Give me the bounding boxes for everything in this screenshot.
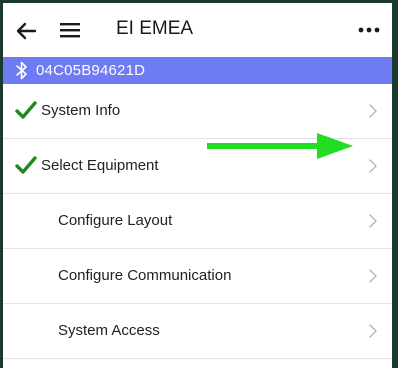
- list-item-label: Select Equipment: [41, 157, 159, 174]
- list-item-label: Configure Communication: [58, 267, 232, 284]
- chevron-right-icon: [368, 103, 378, 119]
- device-bar: 04C05B94621D: [3, 57, 392, 84]
- more-dots-icon[interactable]: [356, 19, 382, 41]
- device-id: 04C05B94621D: [36, 62, 146, 79]
- chevron-right-icon: [368, 323, 378, 339]
- checkmark-icon: [15, 100, 37, 120]
- list-item-label: System Access: [58, 322, 160, 339]
- chevron-right-icon: [368, 158, 378, 174]
- list-item-system-info[interactable]: System Info: [3, 84, 392, 139]
- chevron-right-icon: [368, 268, 378, 284]
- device-frame: EI EMEA 04C05B94621D System Info Select …: [0, 0, 398, 368]
- annotation-arrow: [207, 132, 355, 160]
- list-item-label: Configure Layout: [58, 212, 173, 229]
- checkmark-icon: [15, 155, 37, 175]
- chevron-right-icon: [368, 213, 378, 229]
- list-item-configure-layout[interactable]: Configure Layout: [3, 194, 392, 249]
- setup-steps-list: System Info Select Equipment Configure L…: [3, 84, 392, 359]
- list-item-configure-communication[interactable]: Configure Communication: [3, 249, 392, 304]
- app-title: EI EMEA: [116, 18, 194, 39]
- app-screen: EI EMEA 04C05B94621D System Info Select …: [3, 3, 392, 368]
- list-item-label: System Info: [41, 102, 121, 119]
- back-arrow-icon[interactable]: [13, 18, 39, 44]
- list-item-system-access[interactable]: System Access: [3, 304, 392, 359]
- bluetooth-icon: [15, 61, 29, 80]
- hamburger-menu-icon[interactable]: [57, 19, 83, 41]
- app-bar: EI EMEA: [3, 3, 392, 57]
